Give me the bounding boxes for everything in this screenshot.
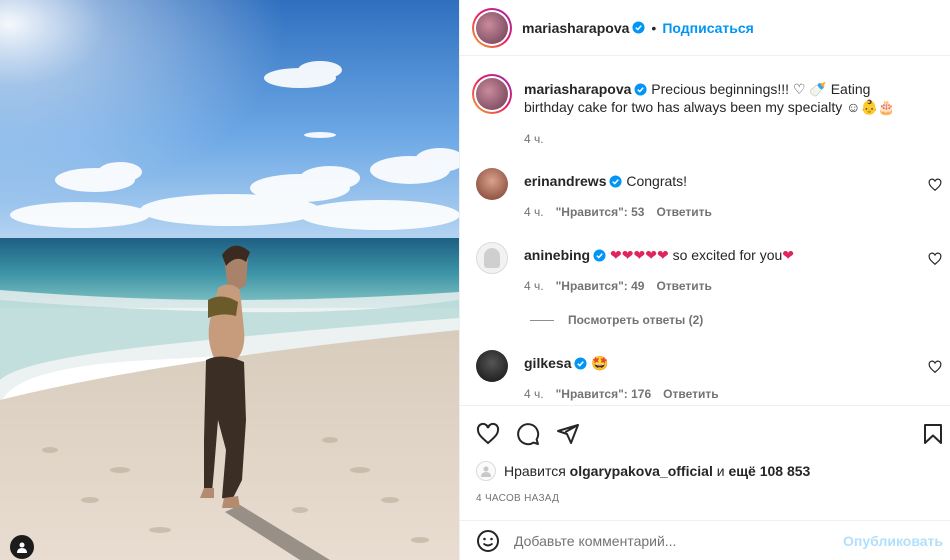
comment-text: erinandrews Congrats! [524,172,919,190]
commenter-avatar[interactable] [476,242,508,274]
liker-username[interactable]: olgarypakova_official [570,463,713,479]
comment-like-icon[interactable] [928,178,942,192]
comment-input[interactable] [514,532,844,549]
post-header: mariasharapova • Подписаться [460,0,950,56]
post-photo[interactable] [0,0,459,560]
view-replies-button[interactable]: Посмотреть ответы (2) [530,313,703,327]
comment-like-icon[interactable] [928,252,942,266]
comment-time[interactable]: 4 ч. [524,279,544,293]
comment-text: gilkesa 🤩 [524,354,919,372]
publish-button[interactable]: Опубликовать [843,533,943,549]
follow-button[interactable]: Подписаться [662,20,754,36]
reply-button[interactable]: Ответить [656,205,711,219]
star-struck-emoji-icon: 🤩 [591,355,609,371]
caption-time[interactable]: 4 ч. [524,132,544,146]
caption-row: mariasharapova Precious beginnings!!! ♡ … [472,74,942,154]
red-heart-icon: ❤ [782,247,795,263]
like-button[interactable] [474,420,502,448]
comment-meta: 4 ч. "Нравится": 53 Ответить [524,205,712,219]
comment-body: so excited for you [672,247,783,263]
comment-username[interactable]: aninebing [524,247,590,263]
comment-likes[interactable]: "Нравится": 49 [556,279,645,293]
post-actions-bar [460,405,950,461]
comment-likes[interactable]: "Нравится": 53 [556,205,645,219]
comment-icon [517,423,540,446]
user-tag-button[interactable] [10,535,34,559]
verified-badge-icon [632,21,645,34]
likes-conj: и [716,463,725,479]
comment-text: aninebing ❤❤❤❤❤ so excited for you❤ [524,246,919,264]
post-timestamp[interactable]: 4 ЧАСОВ НАЗАД [476,493,559,504]
author-avatar[interactable] [472,7,512,48]
caption-meta: 4 ч. [524,132,544,146]
white-heart-icon: ♡ [792,81,806,97]
add-comment-bar: Опубликовать [460,520,950,560]
likes-prefix: Нравится [504,463,566,479]
caption-text: mariasharapova Precious beginnings!!! ♡ … [524,80,919,116]
comment-row: gilkesa 🤩 4 ч. "Нравится": 176 Ответить [472,350,942,405]
replies-divider [530,319,554,321]
commenter-avatar[interactable] [476,168,508,200]
comment-like-icon[interactable] [928,360,942,374]
comment-meta: 4 ч. "Нравится": 176 Ответить [524,387,719,401]
cake-emoji-icon: 🎂 [877,99,896,115]
commenter-avatar[interactable] [476,350,508,382]
verified-badge-icon [574,357,588,370]
user-tag-icon [17,542,27,553]
comment-row: erinandrews Congrats! 4 ч. "Нравится": 5… [472,168,942,228]
comment-meta: 4 ч. "Нравится": 49 Ответить [524,279,712,293]
comment-time[interactable]: 4 ч. [524,387,544,401]
save-button[interactable] [919,420,947,448]
comment-button[interactable] [514,420,542,448]
comment-body: Congrats! [626,173,688,189]
verified-badge-icon [634,83,647,96]
heart-icon [476,422,500,445]
caption-text-part1: Precious beginnings!!! [651,81,793,97]
reply-button[interactable]: Ответить [656,279,711,293]
baby-bottle-icon: 🍼 [809,81,827,97]
caption-avatar[interactable] [472,74,512,114]
reply-button[interactable]: Ответить [663,387,718,401]
comments-list: mariasharapova Precious beginnings!!! ♡ … [460,57,950,405]
likes-summary: Нравится olgarypakova_official и ещё 108… [476,461,810,481]
smiley-icon[interactable] [476,529,500,553]
verified-badge-icon [609,175,623,188]
liker-avatar[interactable] [476,461,496,481]
view-replies-label: Посмотреть ответы (2) [568,313,704,327]
verified-badge-icon [593,249,606,262]
comment-time[interactable]: 4 ч. [524,205,544,219]
author-username[interactable]: mariasharapova [522,20,629,36]
bookmark-icon [924,424,942,444]
comment-username[interactable]: gilkesa [524,355,571,371]
red-hearts-icon: ❤❤❤❤❤ [610,247,669,263]
send-icon [557,424,579,444]
comment-username[interactable]: erinandrews [524,173,606,189]
comment-likes[interactable]: "Нравится": 176 [556,387,652,401]
post-details-panel: mariasharapova • Подписаться mariasharap… [459,0,950,560]
caption-username[interactable]: mariasharapova [524,81,631,97]
baby-emoji-icon: 👶 [860,99,878,115]
smile-emoji-icon: ☺ [846,99,861,115]
likes-count[interactable]: ещё 108 853 [728,463,810,479]
comment-row: aninebing ❤❤❤❤❤ so excited for you❤ 4 ч.… [472,242,942,302]
separator-dot: • [651,19,657,36]
share-button[interactable] [554,420,582,448]
